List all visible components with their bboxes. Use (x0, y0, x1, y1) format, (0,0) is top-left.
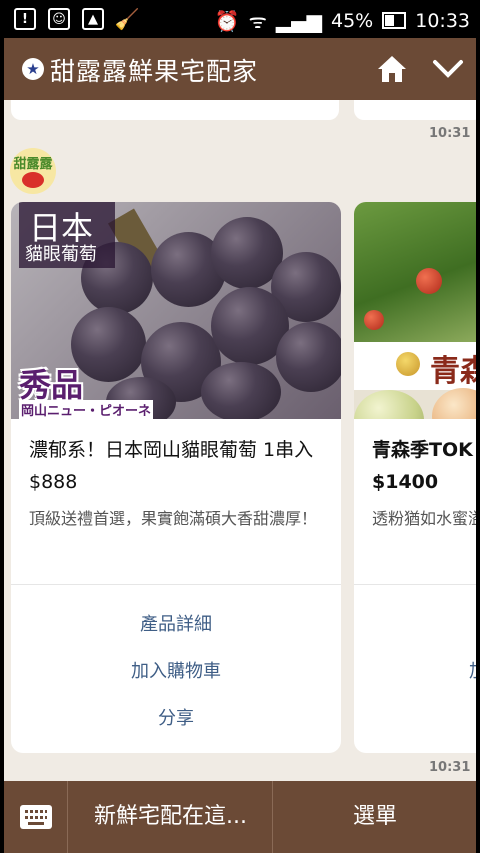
rich-menu-bar: 新鮮宅配在這... 選單 (4, 781, 476, 853)
wifi-icon: ᯤ (248, 9, 267, 33)
menu-item-menu[interactable]: 選單 (274, 781, 476, 853)
share-button[interactable]: 分享 (11, 704, 341, 730)
apple-logo-icon (22, 172, 44, 188)
chat-area[interactable]: 10:31 甜露露 日本 貓眼葡萄 秀品 岡山ニュー・ピオーネ 濃郁系！日本岡山… (4, 100, 476, 781)
keyboard-icon (20, 805, 52, 829)
product-image-grape[interactable]: 日本 貓眼葡萄 秀品 岡山ニュー・ピオーネ (11, 202, 341, 419)
product-description: 頂級送禮首選，果實飽滿碩大香甜濃厚！ (29, 509, 318, 528)
product-title: 青森季TOK $1400 (372, 439, 473, 493)
chevron-down-icon[interactable] (432, 56, 464, 82)
message-timestamp: 10:31 (429, 760, 471, 775)
message-notification-icon: ☺ (48, 8, 70, 30)
previous-message-card (11, 100, 339, 120)
origin-badge: 日本 貓眼葡萄 (19, 202, 115, 268)
product-description: 透粉猶如水蜜溢 (372, 509, 476, 528)
add-to-cart-button-partial[interactable]: 加 (469, 657, 476, 683)
alert-notification-icon: ! (14, 8, 36, 30)
card-divider (11, 584, 341, 585)
home-icon[interactable] (376, 54, 408, 84)
bot-avatar[interactable]: 甜露露 (10, 148, 56, 194)
message-timestamp: 10:31 (429, 126, 471, 141)
cleaner-notification-icon: 🧹 (114, 7, 140, 31)
battery-percent: 45% (331, 9, 374, 32)
chat-header: ★ 甜露露鮮果宅配家 (4, 38, 476, 100)
variety-label: 岡山ニュー・ピオーネ (19, 400, 154, 419)
alarm-icon: ⏰ (214, 8, 240, 33)
signal-icon: ▂▄▆ (275, 8, 322, 33)
card-divider (354, 584, 476, 585)
origin-banner-text: 青森 (430, 354, 476, 389)
apple-on-tree (416, 268, 442, 294)
product-title: 濃郁系！日本岡山貓眼葡萄 1串入 $888 (29, 439, 314, 493)
status-bar: ! ☺ ▲ 🧹 ⏰ ᯤ ▂▄▆ 45% 10:33 (0, 0, 480, 38)
product-card[interactable]: 青森 青森季TOK $1400 透粉猶如水蜜溢 加 (354, 202, 476, 753)
previous-message-card (354, 100, 476, 120)
green-apple (354, 390, 424, 419)
product-card[interactable]: 日本 貓眼葡萄 秀品 岡山ニュー・ピオーネ 濃郁系！日本岡山貓眼葡萄 1串入 $… (11, 202, 341, 753)
product-image-apple[interactable]: 青森 (354, 202, 476, 419)
official-account-star-icon: ★ (22, 58, 44, 80)
apple-on-tree (364, 310, 384, 330)
add-to-cart-button[interactable]: 加入購物車 (11, 657, 341, 683)
chat-title: 甜露露鮮果宅配家 (50, 57, 259, 86)
clock: 10:33 (415, 9, 470, 32)
image-notification-icon: ▲ (82, 8, 104, 30)
apple-icon (396, 352, 420, 376)
product-detail-button[interactable]: 產品詳細 (11, 610, 341, 636)
avatar-logo-text: 甜露露 (13, 157, 53, 172)
battery-icon (382, 12, 407, 29)
keyboard-toggle-button[interactable] (4, 781, 68, 853)
menu-item-delivery[interactable]: 新鮮宅配在這... (69, 781, 273, 853)
pink-apple (432, 388, 476, 419)
